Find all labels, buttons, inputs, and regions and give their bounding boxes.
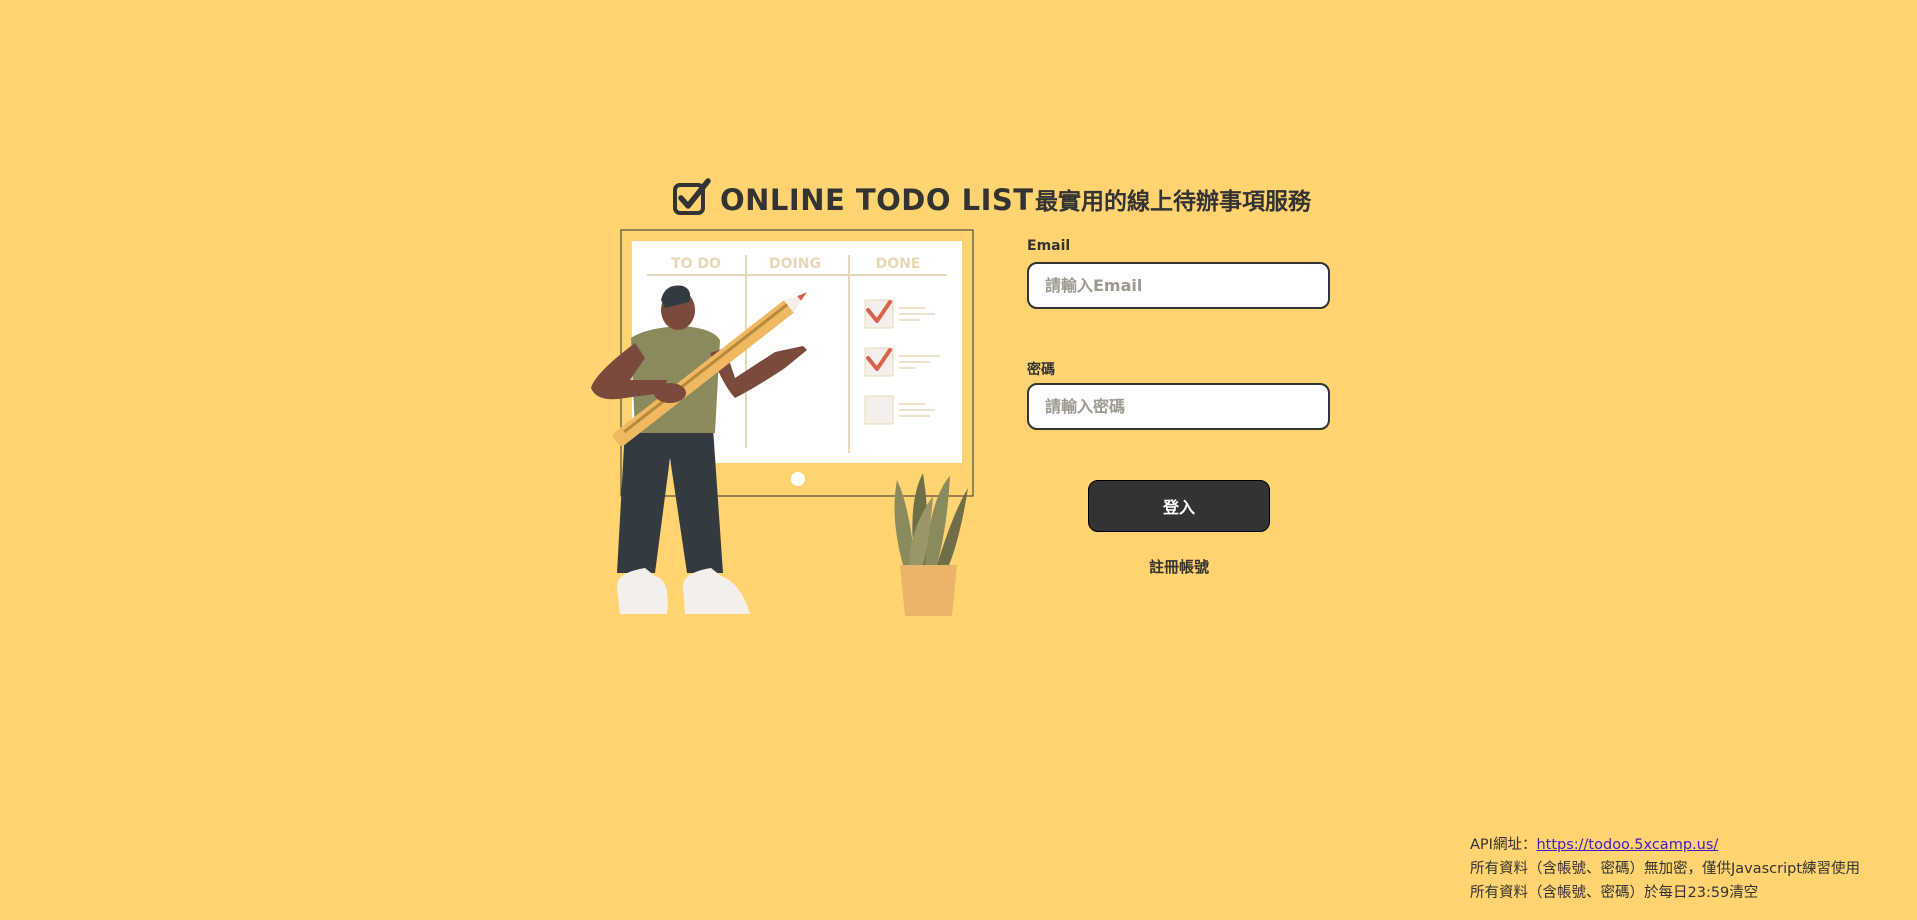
potted-plant (894, 473, 968, 616)
footer-note-reset: 所有資料（含帳號、密碼）於每日23:59清空 (1470, 885, 1759, 901)
footer-notes: API網址：https://todoo.5xcamp.us/ 所有資料（含帳號、… (1470, 833, 1860, 905)
email-label: Email (1027, 238, 1071, 254)
footer-note-encryption: 所有資料（含帳號、密碼）無加密，僅供Javascript練習使用 (1470, 861, 1861, 877)
board-column-doing: DOING (769, 256, 821, 272)
todo-board-illustration: TO DO DOING DONE (585, 228, 985, 618)
password-label: 密碼 (1027, 362, 1055, 378)
page-slogan: 最實用的線上待辦事項服務 (1035, 189, 1311, 215)
logo: ONLINE TODO LIST (672, 178, 1034, 222)
board-column-done: DONE (876, 256, 921, 272)
register-link[interactable]: 註冊帳號 (1148, 556, 1210, 577)
login-button[interactable]: 登入 (1088, 480, 1270, 532)
board-column-todo: TO DO (671, 256, 721, 272)
password-input[interactable] (1027, 383, 1330, 430)
api-url-prefix: API網址： (1470, 837, 1537, 853)
api-url-line: API網址：https://todoo.5xcamp.us/ (1470, 833, 1860, 857)
checkbox-check-icon (672, 178, 712, 222)
logo-text: ONLINE TODO LIST (720, 183, 1034, 217)
login-page: ONLINE TODO LIST TO DO DOING DONE 最實用的線上… (0, 0, 1917, 920)
api-url-link[interactable]: https://todoo.5xcamp.us/ (1536, 837, 1718, 853)
email-input[interactable] (1027, 262, 1330, 309)
